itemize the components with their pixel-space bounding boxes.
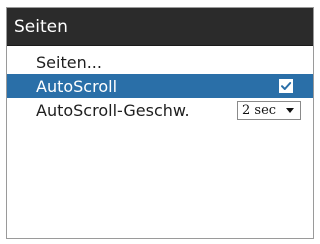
chevron-down-icon xyxy=(286,107,294,113)
autoscroll-speed-select[interactable]: 2 sec xyxy=(237,100,301,120)
menu-item-label: AutoScroll xyxy=(36,76,118,96)
menu-item-autoscroll-speed[interactable]: AutoScroll-Geschw. 2 sec xyxy=(7,98,313,122)
check-icon xyxy=(281,82,292,90)
pages-dialog: Seiten Seiten... AutoScroll AutoScroll-G… xyxy=(6,7,314,239)
menu-item-label: Seiten... xyxy=(36,52,102,72)
menu-item-pages[interactable]: Seiten... xyxy=(7,50,313,74)
dialog-title: Seiten xyxy=(14,16,68,37)
select-value: 2 sec xyxy=(242,102,277,118)
dialog-title-bar: Seiten xyxy=(7,8,313,46)
autoscroll-checkbox[interactable] xyxy=(279,79,293,93)
menu-item-label: AutoScroll-Geschw. xyxy=(36,100,190,120)
menu-item-autoscroll[interactable]: AutoScroll xyxy=(7,74,313,98)
